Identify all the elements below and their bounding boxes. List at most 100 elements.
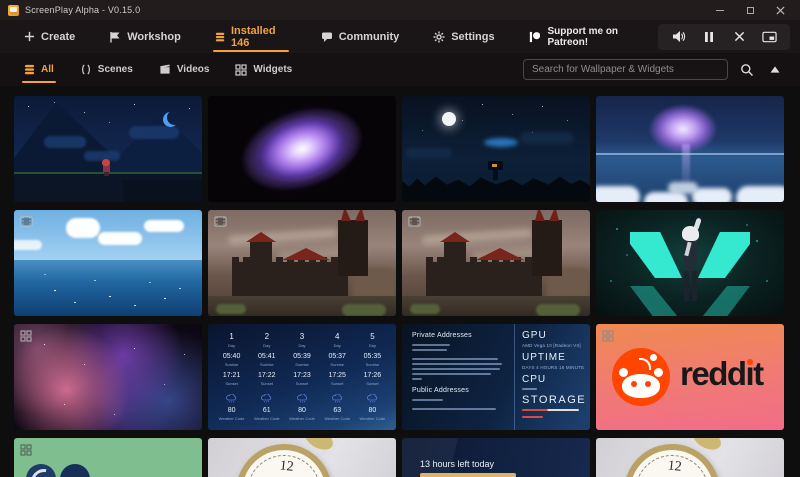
character-figure [102, 159, 110, 166]
widget-tile-system-monitor[interactable]: Private Addresses Public Addresses GPU A… [402, 324, 590, 430]
wallpaper-tile-castle-2[interactable] [402, 210, 590, 316]
tile-art [402, 210, 590, 316]
close-icon [776, 6, 785, 15]
rain-cloud-icon [365, 394, 380, 403]
workshop-icon [109, 31, 121, 43]
main-nav: Create Workshop Installed 146 Community … [0, 20, 800, 53]
widget-tile-reddit[interactable]: reddit [596, 324, 784, 430]
filter-scenes[interactable]: Scenes [80, 53, 133, 86]
widgets-grid-icon [235, 64, 247, 76]
patreon-icon [529, 30, 541, 44]
app-logo-icon [8, 5, 19, 16]
tile-art: 13 hours left today [402, 438, 590, 477]
weather-day-column: 1 Day 05:40 Sunrise 17:21 Sunset 80 Weat… [214, 333, 249, 424]
tile-art [596, 210, 784, 316]
search-icon [740, 63, 754, 77]
set-monitor-button[interactable] [754, 24, 784, 50]
tile-art [14, 438, 202, 477]
filter-widgets[interactable]: Widgets [235, 53, 292, 86]
tile-art: 12 [208, 438, 396, 477]
patreon-button[interactable]: Support me on Patreon! [529, 26, 644, 48]
wallpaper-tile-alarm-clock-2[interactable]: 12 [596, 438, 784, 477]
search-input[interactable] [523, 59, 728, 80]
filter-scenes-label: Scenes [98, 64, 133, 75]
collapse-filterbar-button[interactable] [766, 61, 784, 79]
castle-silhouette [232, 262, 348, 298]
watchtower [488, 161, 503, 170]
search-button[interactable] [738, 61, 756, 79]
tile-art: Private Addresses Public Addresses GPU A… [402, 324, 590, 430]
tab-settings-label: Settings [451, 31, 494, 43]
wallpaper-tile-castle[interactable] [208, 210, 396, 316]
gear-icon [433, 31, 445, 43]
filter-videos[interactable]: Videos [159, 53, 210, 86]
storage-progress-bar [522, 409, 579, 411]
wallpaper-tile-ocean-waves[interactable] [14, 210, 202, 316]
installed-grid: 1 Day 05:40 Sunrise 17:21 Sunset 80 Weat… [0, 86, 800, 477]
tab-community[interactable]: Community [321, 20, 400, 53]
widget-type-badge-icon [20, 444, 32, 456]
videos-film-icon [159, 64, 171, 75]
sunset-time: 17:21 [223, 372, 241, 379]
widget-tile-time-left[interactable]: 13 hours left today [402, 438, 590, 477]
all-stack-icon [24, 64, 35, 75]
wallpaper-tile-alarm-clock[interactable]: 12 [208, 438, 396, 477]
weather-day-column: 5 Day 05:35 Sunrise 17:26 Sunset 80 Weat… [355, 333, 390, 424]
tile-art: reddit [596, 324, 784, 430]
reddit-logo-icon [612, 348, 670, 406]
widget-tile-green[interactable] [14, 438, 202, 477]
tab-workshop[interactable]: Workshop [109, 20, 181, 53]
widget-circle [60, 464, 90, 477]
window-maximize-button[interactable] [744, 4, 756, 16]
window-title: ScreenPlay Alpha - V0.15.0 [25, 5, 140, 15]
plus-icon [24, 31, 35, 42]
wallpaper-tile-purple-galaxy[interactable] [208, 96, 396, 202]
private-addresses-heading: Private Addresses [412, 332, 508, 339]
time-left-text: 13 hours left today [420, 459, 494, 469]
gpu-label: GPU [522, 330, 584, 341]
day-number: 1 [229, 333, 233, 341]
time-left-progress-bar [420, 473, 516, 477]
widget-type-badge-icon [20, 330, 32, 342]
pause-button[interactable] [694, 24, 724, 50]
storage-label: STORAGE [522, 395, 584, 406]
filter-all-label: All [41, 64, 54, 75]
cpu-label: CPU [522, 374, 584, 385]
weather-code: 80 [228, 407, 236, 414]
tile-art [14, 324, 202, 430]
tab-settings[interactable]: Settings [433, 20, 494, 53]
mute-button[interactable] [664, 24, 694, 50]
jett-character [682, 226, 699, 241]
tile-art [402, 96, 590, 202]
valorant-logo [630, 232, 682, 278]
tab-create-label: Create [41, 31, 75, 43]
wallpaper-tile-galaxy-ocean[interactable] [596, 96, 784, 202]
tile-art [208, 210, 396, 316]
window-close-button[interactable] [774, 4, 786, 16]
maximize-icon [747, 7, 754, 14]
wallpaper-tile-celeste-night[interactable] [14, 96, 202, 202]
rain-cloud-icon [295, 394, 310, 403]
filter-all[interactable]: All [24, 53, 54, 86]
weather-day-column: 2 Day 05:41 Sunrise 17:22 Sunset 61 Weat… [249, 333, 284, 424]
window-minimize-button[interactable] [714, 4, 726, 16]
video-type-badge-icon [214, 216, 227, 227]
wallpaper-tile-night-watchtower[interactable] [402, 96, 590, 202]
system-stats-panel: GPU AMD Vega 10 [Radeon VII] UPTIME DAYS… [522, 330, 584, 423]
volume-icon [672, 30, 686, 43]
title-bar[interactable]: ScreenPlay Alpha - V0.15.0 [0, 0, 800, 20]
close-wallpaper-button[interactable] [724, 24, 754, 50]
tab-create[interactable]: Create [24, 20, 75, 53]
tile-art [208, 96, 396, 202]
video-type-badge-icon [20, 216, 33, 227]
tab-installed[interactable]: Installed 146 [215, 20, 287, 53]
widget-tile-weather[interactable]: 1 Day 05:40 Sunrise 17:21 Sunset 80 Weat… [208, 324, 396, 430]
search-area [523, 59, 784, 80]
widget-type-badge-icon [602, 330, 614, 342]
filter-widgets-label: Widgets [253, 64, 292, 75]
tab-installed-label: Installed 146 [231, 25, 287, 49]
scenes-brackets-icon [80, 64, 92, 75]
wallpaper-tile-pink-nebula[interactable] [14, 324, 202, 430]
wallpaper-tile-valorant-jett[interactable] [596, 210, 784, 316]
tile-art [14, 96, 202, 202]
